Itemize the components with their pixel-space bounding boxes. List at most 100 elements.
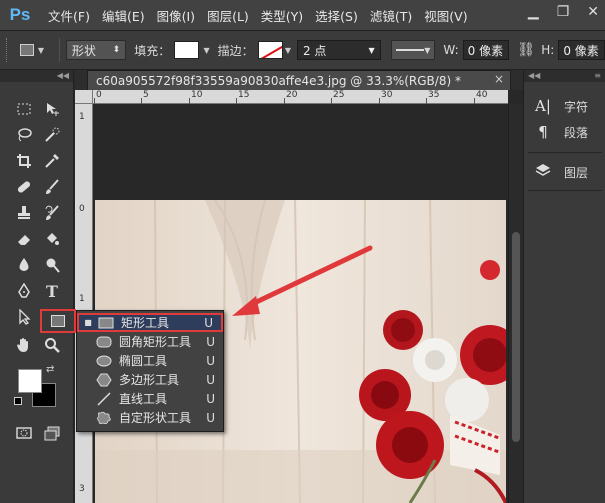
options-grip[interactable] [6, 38, 10, 62]
width-label: W: [443, 43, 459, 57]
paragraph-panel-button[interactable]: ¶ 段落 [534, 120, 588, 144]
menu-type[interactable]: 类型(Y) [261, 6, 303, 25]
dodge-tool-icon[interactable] [38, 252, 66, 278]
hand-tool-icon[interactable] [10, 332, 38, 358]
horizontal-ruler[interactable]: 0 5 10 15 20 25 30 35 40 [93, 90, 508, 104]
character-panel-label: 字符 [564, 99, 589, 114]
ruler-mark: 5 [143, 90, 149, 100]
menu-file[interactable]: 文件(F) [48, 6, 90, 25]
paint-bucket-tool-icon[interactable] [38, 226, 66, 252]
menu-filter[interactable]: 滤镜(T) [370, 6, 412, 25]
stroke-width-input[interactable]: 2 点 ▼ [296, 40, 381, 60]
selected-bullet-icon: ■ [84, 318, 92, 327]
stroke-swatch[interactable] [257, 41, 283, 59]
chevron-down-icon[interactable]: ▼ [285, 46, 291, 55]
crop-tool-icon[interactable] [10, 148, 38, 174]
menu-view[interactable]: 视图(V) [424, 6, 467, 25]
menu-edit[interactable]: 编辑(E) [102, 6, 145, 25]
line-tool-item[interactable]: 直线工具 U [77, 389, 223, 408]
ruler-mark: 0 [96, 90, 102, 100]
character-panel-button[interactable]: A| 字符 [534, 94, 588, 118]
shortcut-key: U [206, 353, 215, 368]
close-icon[interactable]: ✕ [587, 4, 599, 20]
height-input[interactable]: 0 像素 [558, 40, 605, 60]
height-label: H: [541, 43, 555, 57]
panel-header[interactable]: ◀◀ ≡ [524, 70, 605, 82]
window-controls: ▁ ❐ ✕ [528, 4, 599, 20]
path-selection-tool-icon[interactable] [10, 304, 38, 330]
shape-tools-flyout: ■ 矩形工具 U 圆角矩形工具 U 椭圆工具 U 多边形工具 U 直线工具 U … [76, 310, 224, 432]
divider [528, 152, 602, 153]
ruler-mark: 40 [476, 90, 488, 100]
vertical-scrollbar[interactable] [508, 104, 522, 503]
default-colors-icon[interactable] [14, 397, 22, 405]
brush-tool-icon[interactable] [38, 174, 66, 200]
foreground-color-swatch[interactable] [18, 369, 42, 393]
close-tab-icon[interactable]: × [494, 72, 504, 86]
divider [58, 38, 60, 62]
line-tool-label: 直线工具 [119, 392, 168, 406]
custom-shape-icon [95, 411, 113, 425]
restore-icon[interactable]: ❐ [557, 4, 570, 20]
document-tab[interactable]: c60a905572f98f33559a90830affe4e3.jpg @ 3… [87, 70, 511, 90]
screen-mode-icon[interactable] [38, 420, 66, 446]
rounded-rectangle-icon [95, 335, 113, 349]
photoshop-logo: Ps [9, 5, 31, 24]
shape-tool-button[interactable] [40, 309, 76, 333]
menu-icon[interactable]: ≡ [594, 70, 601, 82]
ruler-origin[interactable] [75, 90, 93, 104]
shortcut-key: U [204, 315, 213, 330]
quick-mask-icon[interactable] [10, 420, 38, 446]
vertical-ruler[interactable]: 1 0 1 2 3 [75, 104, 93, 503]
fill-swatch[interactable] [174, 41, 200, 59]
rounded-rectangle-tool-item[interactable]: 圆角矩形工具 U [77, 332, 223, 351]
lasso-tool-icon[interactable] [10, 122, 38, 148]
options-bar: ▼ 形状 ⬍ 填充： ▼ 描边： ▼ 2 点 ▼ ▼ W: 0 像素 ⛓ H: … [0, 30, 605, 70]
menu-layer[interactable]: 图层(L) [207, 6, 249, 25]
clone-stamp-tool-icon[interactable] [10, 200, 38, 226]
quick-selection-tool-icon[interactable] [38, 122, 66, 148]
polygon-tool-item[interactable]: 多边形工具 U [77, 370, 223, 389]
ruler-mark: 1 [79, 294, 85, 304]
width-input[interactable]: 0 像素 [462, 40, 510, 60]
polygon-tool-label: 多边形工具 [119, 373, 180, 387]
layers-panel-button[interactable]: 图层 [534, 160, 588, 184]
type-tool-icon[interactable]: T [38, 278, 66, 304]
eyedropper-tool-icon[interactable] [38, 148, 66, 174]
chevron-down-icon: ▼ [37, 45, 45, 55]
zoom-tool-icon[interactable] [38, 332, 66, 358]
menu-image[interactable]: 图像(I) [157, 6, 195, 25]
link-icon[interactable]: ⛓ [517, 42, 535, 58]
tool-mode-select[interactable]: 形状 ⬍ [65, 40, 127, 60]
right-panel-dock: ◀◀ ≡ A| 字符 ¶ 段落 图层 [523, 70, 605, 503]
expand-icon[interactable]: ◀◀ [528, 70, 540, 82]
ruler-mark: 20 [286, 90, 298, 100]
line-style-icon [395, 49, 424, 51]
menu-select[interactable]: 选择(S) [315, 6, 358, 25]
blur-tool-icon[interactable] [10, 252, 38, 278]
chevron-down-icon[interactable]: ▼ [368, 46, 374, 55]
rectangle-icon [51, 315, 65, 327]
pen-tool-icon[interactable] [10, 278, 38, 304]
custom-shape-tool-item[interactable]: 自定形状工具 U [77, 408, 223, 427]
move-tool-icon[interactable] [38, 96, 66, 122]
healing-brush-tool-icon[interactable] [10, 174, 38, 200]
tools-panel: ◀◀ T ⇄ [0, 70, 74, 503]
tool-preset-picker[interactable]: ▼ [19, 38, 53, 62]
color-swatches: ⇄ [14, 364, 64, 412]
ellipse-tool-item[interactable]: 椭圆工具 U [77, 351, 223, 370]
shortcut-key: U [206, 391, 215, 406]
shortcut-key: U [206, 372, 215, 387]
scrollbar-thumb[interactable] [512, 232, 520, 442]
ellipse-tool-label: 椭圆工具 [119, 354, 168, 368]
collapse-icon[interactable]: ◀◀ [0, 70, 73, 82]
swap-colors-icon[interactable]: ⇄ [46, 364, 54, 375]
chevron-down-icon[interactable]: ▼ [203, 46, 209, 55]
eraser-tool-icon[interactable] [10, 226, 38, 252]
minimize-icon[interactable]: ▁ [528, 4, 539, 20]
marquee-tool-icon[interactable] [10, 96, 38, 122]
rectangle-tool-item[interactable]: ■ 矩形工具 U [77, 313, 223, 332]
stroke-style-select[interactable]: ▼ [390, 40, 436, 60]
fill-label: 填充： [134, 43, 171, 58]
history-brush-tool-icon[interactable] [38, 200, 66, 226]
